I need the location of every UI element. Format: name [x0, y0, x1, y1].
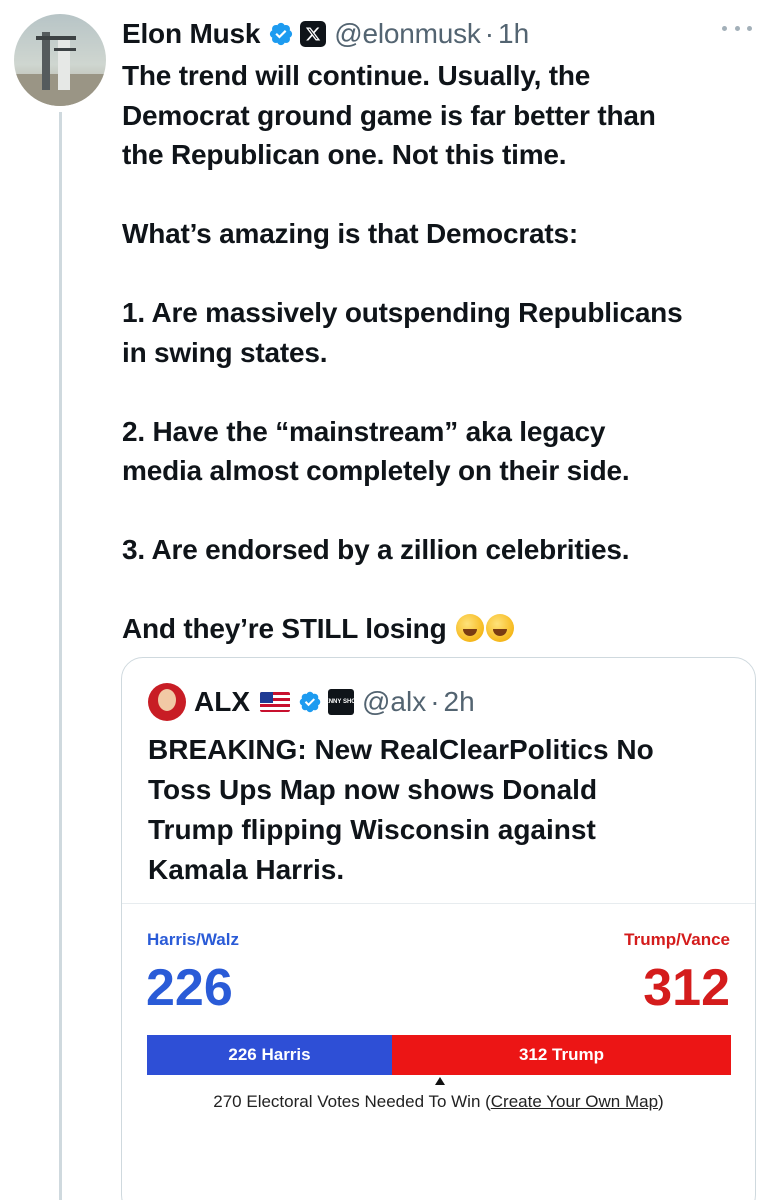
quoted-text-line: BREAKING: New RealClearPolitics No: [148, 734, 654, 765]
create-your-own-map-link[interactable]: Create Your Own Map: [491, 1092, 658, 1111]
quoted-author-handle[interactable]: @alx: [362, 686, 426, 718]
quoted-text-line: Trump flipping Wisconsin against: [148, 814, 596, 845]
verified-badge-icon: [299, 691, 321, 713]
quoted-tweet-header: ALX BENNY SHOW @alx · 2h: [148, 682, 475, 722]
laughing-emoji-icon: [456, 614, 485, 642]
harris-bar-segment: 226 Harris: [147, 1035, 392, 1075]
quoted-text-line: Kamala Harris.: [148, 854, 345, 885]
us-flag-icon: [260, 692, 290, 712]
trump-vance-label: Trump/Vance: [624, 930, 730, 949]
electoral-vote-bar: 226 Harris 312 Trump: [147, 1035, 731, 1075]
rocket-image: [14, 32, 106, 106]
harris-total: 226: [146, 959, 233, 1017]
verified-badge-icon: [270, 22, 293, 46]
tweet-line: media almost completely on their side.: [122, 455, 630, 486]
tweet-line: Democrat ground game is far better than: [122, 99, 656, 131]
x-affiliate-icon: [300, 21, 327, 47]
votes-needed-close: ): [658, 1092, 664, 1111]
tweet-line: The trend will continue. Usually, the: [122, 60, 591, 91]
quoted-tweet-time[interactable]: 2h: [444, 686, 475, 718]
quoted-author-name[interactable]: ALX: [194, 686, 250, 718]
votes-needed-text: 270 Electoral Votes Needed To Win (: [213, 1092, 491, 1111]
tweet-line: 1. Are massively outspending Republicans: [122, 297, 683, 328]
tweet-line: in swing states.: [122, 336, 328, 368]
separator-dot: ·: [484, 18, 495, 49]
tweet-header: Elon Musk @elonmusk · 1h: [122, 14, 529, 54]
author-handle[interactable]: @elonmusk: [334, 18, 481, 50]
votes-needed-note: 270 Electoral Votes Needed To Win (Creat…: [122, 1092, 755, 1112]
laughing-emoji-icon: [486, 614, 515, 642]
quoted-tweet-card[interactable]: ALX BENNY SHOW @alx · 2h BREAKING: New R…: [121, 657, 756, 1200]
quoted-tweet-text: BREAKING: New RealClearPolitics No Toss …: [148, 730, 738, 890]
thread-line: [59, 112, 62, 1200]
quoted-text-line: Toss Ups Map now shows Donald: [148, 774, 598, 805]
tweet-last-line: And they’re STILL losing: [122, 609, 762, 649]
tweet-line: What’s amazing is that Democrats:: [122, 218, 579, 249]
tweet-line: 3. Are endorsed by a zillion celebrities…: [122, 534, 630, 565]
harris-walz-label: Harris/Walz: [147, 930, 239, 949]
quoted-author-avatar[interactable]: [148, 683, 186, 721]
avatar[interactable]: [14, 14, 106, 106]
tweet-line: 2. Have the “mainstream” aka legacy: [122, 415, 606, 447]
trump-total: 312: [643, 959, 730, 1017]
author-avatar-column: [14, 14, 106, 106]
tweet-text: The trend will continue. Usually, the De…: [122, 56, 762, 649]
270-threshold-marker: [435, 1077, 445, 1085]
electoral-map-image[interactable]: Harris/Walz Trump/Vance 226 312 226 Harr…: [122, 903, 755, 1200]
trump-bar-segment: 312 Trump: [392, 1035, 731, 1075]
more-options-icon[interactable]: [722, 22, 752, 34]
tweet-line: And they’re STILL losing: [122, 613, 447, 644]
affiliate-badge-icon: BENNY SHOW: [320, 689, 362, 715]
author-name[interactable]: Elon Musk: [122, 18, 260, 50]
separator-dot: ·: [430, 686, 440, 717]
tweet-line: the Republican one. Not this time.: [122, 139, 567, 170]
tweet-time[interactable]: 1h: [498, 18, 529, 50]
